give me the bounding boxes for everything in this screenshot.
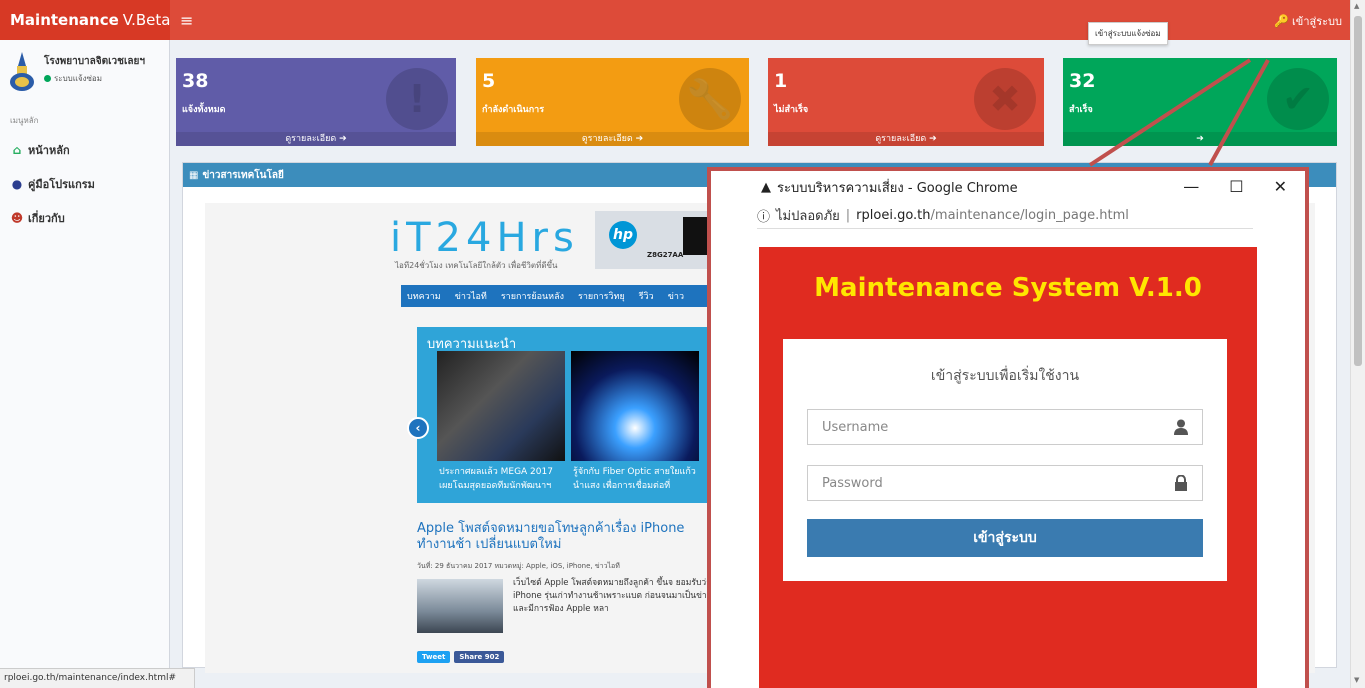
login-button[interactable]: เข้าสู่ระบบ [807,519,1203,557]
minimize-icon[interactable]: — [1183,177,1199,196]
address-separator: | [845,208,851,223]
address-bar[interactable]: ⓘ ไม่ปลอดภัย | rploei.go.th/maintenance/… [757,203,1253,229]
password-input[interactable] [822,475,1162,491]
app-logo-icon: ▲ [761,179,771,195]
lock-icon [1175,475,1187,491]
window-title: ระบบบริหารความเสี่ยง - Google Chrome [777,180,1018,196]
username-input[interactable] [822,419,1162,435]
info-icon[interactable]: ⓘ [757,206,770,225]
window-controls: — ☐ ✕ [1183,177,1287,196]
login-form: เข้าสู่ระบบเพื่อเริ่มใช้งาน เข้าสู่ระบบ [783,339,1227,581]
insecure-label: ไม่ปลอดภัย [776,209,840,224]
callout-line [1208,59,1270,166]
system-title: Maintenance System V.1.0 [814,273,1202,303]
login-page-background: Maintenance System V.1.0 เข้าสู่ระบบเพื่… [759,247,1257,688]
username-field[interactable] [807,409,1203,445]
url-path: /maintenance/login_page.html [930,208,1129,223]
url-host: rploei.go.th [856,208,931,223]
login-popup-window: ▲ ระบบบริหารความเสี่ยง - Google Chrome —… [707,167,1309,688]
url-text: rploei.go.th/maintenance/login_page.html [856,208,1129,223]
login-message: เข้าสู่ระบบเพื่อเริ่มใช้งาน [930,368,1080,384]
maximize-icon[interactable]: ☐ [1229,177,1243,196]
user-icon [1174,419,1188,435]
window-titlebar[interactable]: ▲ ระบบบริหารความเสี่ยง - Google Chrome —… [711,171,1305,203]
password-field[interactable] [807,465,1203,501]
callout-line [1088,58,1252,167]
close-icon[interactable]: ✕ [1274,177,1287,196]
